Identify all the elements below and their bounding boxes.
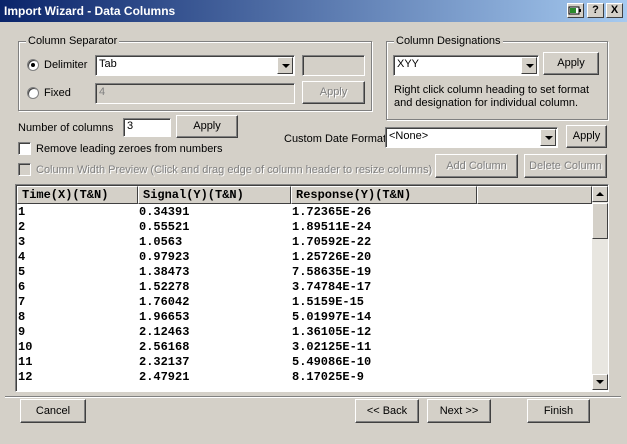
table-cell: 5 [18,265,26,279]
table-cell: 9 [18,325,26,339]
table-row[interactable]: 8 1.96653 5.01997E-14 [17,310,477,325]
table-cell: 1.0563 [139,235,183,249]
table-cell: 2.32137 [139,355,190,369]
table-cell: 0.55521 [139,220,190,234]
table-cell: 5.01997E-14 [292,310,372,324]
table-cell: 5.49086E-10 [292,355,372,369]
table-cell: 1.36105E-12 [292,325,372,339]
table-cell: 3.02125E-11 [292,340,372,354]
designations-help-text-2: and designation for individual column. [394,97,579,109]
cancel-button[interactable]: Cancel [20,399,86,423]
add-column-button[interactable]: Add Column [435,154,518,178]
finish-button[interactable]: Finish [527,399,590,423]
table-cell: 12 [18,370,33,384]
delimiter-radio[interactable] [27,59,39,71]
table-row[interactable]: 11 2.32137 5.49086E-10 [17,355,477,370]
help-button[interactable]: ? [587,3,604,18]
table-row[interactable]: 12 2.47921 8.17025E-9 [17,370,477,385]
custom-date-format-label: Custom Date Format [284,133,387,145]
table-row[interactable]: 4 0.97923 1.25726E-20 [17,250,477,265]
table-cell: 1 [18,205,26,219]
designations-combo[interactable]: XYY [393,55,539,76]
table-cell: 7.58635E-19 [292,265,372,279]
table-row[interactable]: 1 0.34391 1.72365E-26 [17,205,477,220]
number-of-columns-input[interactable]: 3 [123,118,171,137]
next-button[interactable]: Next >> [427,399,491,423]
table-row[interactable]: 3 1.0563 1.70592E-22 [17,235,477,250]
table-cell: 1.25726E-20 [292,250,372,264]
chevron-down-icon[interactable] [521,57,537,74]
remove-zeroes-label: Remove leading zeroes from numbers [36,143,223,155]
chevron-down-icon[interactable] [277,57,293,74]
table-cell: 0.34391 [139,205,190,219]
column-designations-label: Column Designations [394,35,503,47]
table-cell: 1.38473 [139,265,190,279]
table-row[interactable]: 6 1.52278 3.74784E-17 [17,280,477,295]
table-cell: 8.17025E-9 [292,370,365,384]
grid-header: Time(X)(T&N) Signal(Y)(T&N) Response(Y)(… [17,186,592,204]
column-separator-label: Column Separator [26,35,120,47]
grid-body: 1 0.34391 1.72365E-26 2 0.55521 1.89511E-24 3 1… [17,205,477,385]
fixed-width-field[interactable]: 4 [95,83,295,104]
delimiter-custom-field[interactable] [302,55,365,76]
table-cell: 3.74784E-17 [292,280,372,294]
table-row[interactable]: 10 2.56168 3.02125E-11 [17,340,477,355]
column-header-time[interactable]: Time(X)(T&N) [17,186,138,204]
table-cell: 2.56168 [139,340,190,354]
chevron-down-icon[interactable] [540,129,556,146]
table-cell: 1.70592E-22 [292,235,372,249]
table-cell: 6 [18,280,26,294]
table-row[interactable]: 5 1.38473 7.58635E-19 [17,265,477,280]
footer-divider [5,396,621,398]
delete-column-button[interactable]: Delete Column [524,154,607,178]
table-cell: 3 [18,235,26,249]
table-cell: 1.89511E-24 [292,220,372,234]
data-preview-grid[interactable]: Time(X)(T&N) Signal(Y)(T&N) Response(Y)(… [15,184,609,392]
window-title: Import Wizard - Data Columns [4,4,176,18]
separator-apply-button[interactable]: Apply [302,81,365,104]
table-cell: 0.97923 [139,250,190,264]
columns-apply-button[interactable]: Apply [176,115,238,138]
delimiter-label: Delimiter [44,59,88,71]
table-cell: 4 [18,250,26,264]
back-button[interactable]: << Back [355,399,419,423]
column-header-signal[interactable]: Signal(Y)(T&N) [138,186,291,204]
table-row[interactable]: 7 1.76042 1.5159E-15 [17,295,477,310]
table-cell: 1.5159E-15 [292,295,365,309]
scroll-down-icon[interactable] [592,374,608,390]
title-bar: Import Wizard - Data Columns ? X [0,0,627,22]
table-cell: 2.12463 [139,325,190,339]
battery-icon[interactable] [567,3,584,18]
table-cell: 1.72365E-26 [292,205,372,219]
table-row[interactable]: 9 2.12463 1.36105E-12 [17,325,477,340]
table-cell: 1.76042 [139,295,190,309]
fixed-radio[interactable] [27,87,39,99]
delimiter-combo[interactable]: Tab [95,55,295,76]
close-button[interactable]: X [606,3,623,18]
remove-zeroes-checkbox[interactable] [18,142,31,155]
column-width-preview-label: Column Width Preview (Click and drag edg… [36,164,433,176]
table-cell: 1.52278 [139,280,190,294]
number-of-columns-label: Number of columns [18,122,114,134]
table-row[interactable]: 2 0.55521 1.89511E-24 [17,220,477,235]
designations-apply-button[interactable]: Apply [543,52,599,75]
custom-date-format-combo[interactable]: <None> [385,127,558,148]
table-cell: 1.96653 [139,310,190,324]
table-cell: 8 [18,310,26,324]
column-header-response[interactable]: Response(Y)(T&N) [291,186,477,204]
vertical-scrollbar[interactable] [592,186,608,390]
column-width-preview-checkbox[interactable] [18,163,31,176]
date-format-apply-button[interactable]: Apply [566,125,607,148]
table-cell: 2.47921 [139,370,190,384]
table-cell: 2 [18,220,26,234]
table-cell: 11 [18,355,33,369]
fixed-label: Fixed [44,87,71,99]
designations-help-text-1: Right click column heading to set format [394,84,590,96]
table-cell: 7 [18,295,26,309]
table-cell: 10 [18,340,33,354]
scroll-up-icon[interactable] [592,186,608,202]
column-header-empty [477,186,592,204]
scroll-thumb[interactable] [592,203,608,239]
